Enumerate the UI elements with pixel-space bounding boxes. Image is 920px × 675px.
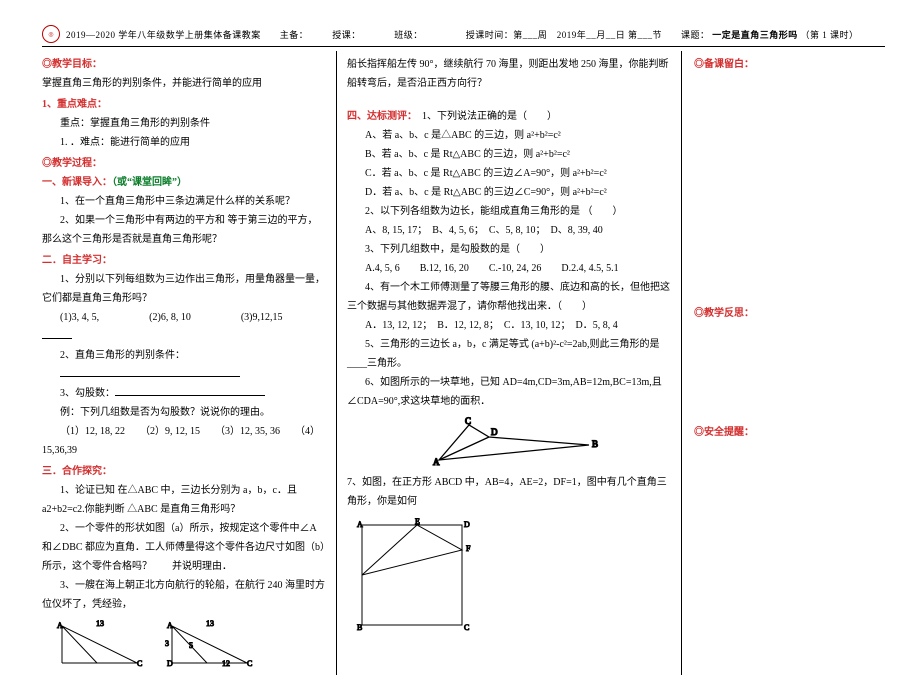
svg-text:3: 3: [165, 639, 169, 648]
coop-q3-cont: 船长指挥船左传 90°，继续航行 70 海里，则距出发地 250 海里，你能判断…: [347, 55, 671, 93]
lead-q1: 1、在一个直角三角形中三条边满足什么样的关系呢？: [42, 192, 326, 211]
q7: 7、如图，在正方形 ABCD 中，AB=4，AE=2，DF=1，图中有几个直角三…: [347, 473, 671, 511]
q1-c: C．若 a、b、c 是 Rt△ABC 的三边∠A=90°，则 a²+b²=c²: [347, 164, 671, 183]
column-left: ◎教学目标： 掌握直角三角形的判别条件，并能进行简单的应用 1、重点难点： 重点…: [42, 51, 337, 675]
svg-text:B: B: [357, 623, 362, 632]
q2: 2、以下列各组数为边长，能组成直角三角形的是 （ ）: [347, 202, 671, 221]
q2-opts: A、8, 15, 17； B、4, 5, 6； C、5, 8, 10； D、8,…: [347, 221, 671, 240]
q6: 6、如图所示的一块草地，已知 AD=4m,CD=3m,AB=12m,BC=13m…: [347, 373, 671, 411]
svg-text:C: C: [247, 659, 252, 668]
self-q2: 2、直角三角形的判别条件：: [42, 346, 326, 365]
self-study-title: 二．自主学习：: [42, 251, 326, 270]
svg-text:D: D: [464, 520, 470, 529]
process-title: ◎教学过程：: [42, 154, 326, 173]
q5: 5、三角形的三边长 a，b，c 满足等式 (a+b)²-c²=2ab,则此三角形…: [347, 335, 671, 373]
svg-text:C: C: [137, 659, 142, 668]
header-line: 2019—2020 学年八年级数学上册集体备课教案 主备： 授课： 班级： 授课…: [66, 28, 859, 41]
q4: 4、有一个木工师傅测量了等腰三角形的腰、底边和高的长，但他把这三个数据与其他数据…: [347, 278, 671, 316]
teaching-goal: 掌握直角三角形的判别条件，并能进行简单的应用: [42, 74, 326, 93]
column-right: ◎备课留白： ◎教学反思： ◎安全提醒：: [682, 51, 882, 675]
coop-q3: 3、一艘在海上朝正北方向航行的轮船，在航行 240 海里时方位仪坏了，凭经验，: [42, 576, 326, 614]
keypoint-title: 1、重点难点：: [42, 95, 326, 114]
svg-text:13: 13: [206, 619, 214, 628]
svg-text:E: E: [415, 517, 420, 526]
lead-in-title: 一、新课导入：（或“课堂回眸”）: [42, 173, 326, 192]
lesson-topic: 一定是直角三角形吗: [712, 30, 798, 40]
svg-text:C: C: [464, 623, 469, 632]
note-prepare: ◎备课留白：: [694, 55, 874, 74]
content-columns: ◎教学目标： 掌握直角三角形的判别条件，并能进行简单的应用 1、重点难点： 重点…: [42, 51, 885, 675]
q4-opts: A．13, 12, 12； B．12, 12, 8； C．13, 10, 12；…: [347, 316, 671, 335]
svg-text:F: F: [466, 544, 471, 553]
example-intro: 例：下列几组数是否为勾股数？说说你的理由。: [42, 403, 326, 422]
note-reflect: ◎教学反思：: [694, 304, 874, 323]
test-line: 四、达标测评： 1、下列说法正确的是（ ）: [347, 107, 671, 126]
note-safety: ◎安全提醒：: [694, 423, 874, 442]
svg-text:D: D: [167, 659, 173, 668]
q1-d: D．若 a、b、c 是 Rt△ABC 的三边∠C=90°，则 a²+b²=c²: [347, 183, 671, 202]
q1-a: A、若 a、b、c 是△ABC 的三边，则 a²+b²=c²: [347, 126, 671, 145]
q1-b: B、若 a、b、c 是 Rt△ABC 的三边，则 a²+b²=c²: [347, 145, 671, 164]
svg-text:13: 13: [96, 619, 104, 628]
svg-text:A: A: [57, 621, 63, 630]
test-title: 四、达标测评：: [347, 111, 412, 122]
keypoint-1: 重点：掌握直角三角形的判别条件: [42, 114, 326, 133]
self-q1-opts: (1)3, 4, 5, (2)6, 8, 10 (3)9,12,15: [42, 308, 326, 346]
svg-text:D: D: [491, 427, 498, 437]
self-q2-blank: [42, 365, 326, 384]
example-opts: （1）12, 18, 22 （2）9, 12, 15 （3）12, 35, 36…: [42, 422, 326, 460]
figure-grass-icon: C D B A: [347, 415, 671, 473]
figure-square-icon: A E D F B C: [347, 515, 671, 638]
svg-text:A: A: [167, 621, 173, 630]
keypoint-2: 1. ．难点：能进行简单的应用: [42, 133, 326, 152]
svg-text:A: A: [357, 520, 363, 529]
q3-opts: A.4, 5, 6 B.12, 16, 20 C.-10, 24, 26 D.2…: [347, 259, 671, 278]
svg-text:5: 5: [189, 641, 193, 650]
coop-q2: 2、一个零件的形状如图（a）所示，按规定这个零件中∠A 和∠DBC 都应为直角．…: [42, 519, 326, 576]
svg-text:A: A: [433, 457, 440, 467]
coop-q1: 1、论证已知 在△ABC 中，三边长分别为 a，b，c．且 a2+b2=c2.你…: [42, 481, 326, 519]
school-logo-icon: ◎: [42, 25, 60, 43]
column-middle: 船长指挥船左传 90°，继续航行 70 海里，则距出发地 250 海里，你能判断…: [337, 51, 682, 675]
svg-text:12: 12: [222, 659, 230, 668]
q3: 3、下列几组数中，是勾股数的是（ ）: [347, 240, 671, 259]
svg-text:C: C: [465, 416, 471, 426]
coop-title: 三．合作探究：: [42, 462, 326, 481]
figure-triangles-icon: A C 13 A 3 D C 13 5 12: [42, 618, 326, 671]
lead-q2: 2、如果一个三角形中有两边的平方和 等于第三边的平方，那么这个三角形是否就是直角…: [42, 211, 326, 249]
teaching-goal-title: ◎教学目标：: [42, 55, 326, 74]
header-bar: ◎ 2019—2020 学年八年级数学上册集体备课教案 主备： 授课： 班级： …: [42, 25, 885, 47]
self-q1: 1、分别以下列每组数为三边作出三角形，用量角器量一量，它们都是直角三角形吗？: [42, 270, 326, 308]
svg-text:B: B: [592, 439, 598, 449]
self-q3: 3、勾股数：: [42, 384, 326, 403]
